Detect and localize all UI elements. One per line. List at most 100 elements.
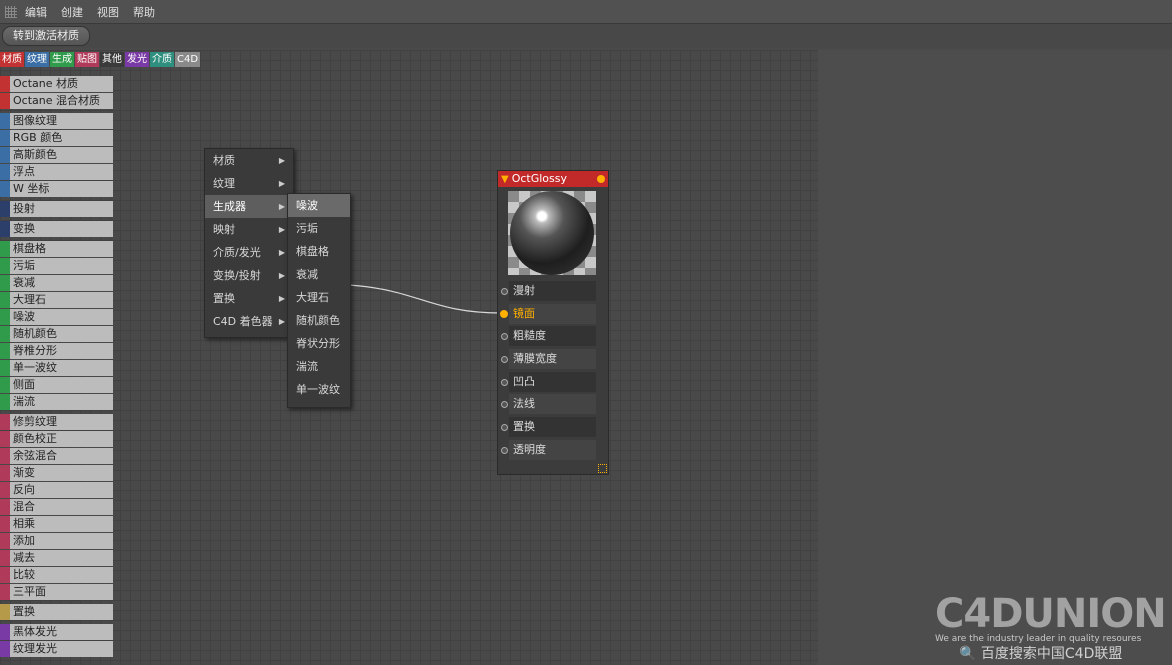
sidebar-node-item[interactable]: 修剪纹理	[0, 414, 113, 430]
submenu-item[interactable]: 大理石	[288, 286, 350, 309]
node-input-port[interactable]: 薄膜宽度	[498, 349, 608, 370]
port-label: 薄膜宽度	[513, 352, 557, 366]
sidebar-node-item[interactable]: 噪波	[0, 309, 113, 325]
resize-handle-icon[interactable]	[598, 464, 607, 473]
submenu-item[interactable]: 单一波纹	[288, 378, 350, 401]
sidebar-node-item[interactable]: 渐变	[0, 465, 113, 481]
sidebar-node-item[interactable]: 黑体发光	[0, 624, 113, 640]
port-socket-icon[interactable]	[501, 401, 508, 409]
material-preview	[508, 191, 596, 275]
tab-4[interactable]: 其他	[100, 52, 124, 67]
sidebar-node-item[interactable]: Octane 材质	[0, 76, 113, 92]
sidebar-node-item[interactable]: 湍流	[0, 394, 113, 410]
context-menu-item[interactable]: 置换 ▶	[205, 287, 293, 310]
port-socket-icon[interactable]	[501, 288, 508, 295]
node-input-port[interactable]: 凹凸	[498, 371, 608, 392]
watermark-search-label: 百度搜索中国C4D联盟	[980, 646, 1123, 662]
watermark-logo: C4DUNION	[935, 591, 1167, 637]
sidebar-node-item[interactable]: 投射	[0, 201, 113, 217]
context-menu-item[interactable]: 变换/投射 ▶	[205, 264, 293, 287]
node-input-port[interactable]: 粗糙度	[498, 326, 608, 347]
sidebar-node-item[interactable]: 图像纹理	[0, 113, 113, 129]
go-to-active-material-button[interactable]: 转到激活材质	[2, 26, 90, 46]
menu-create[interactable]: 创建	[61, 4, 83, 20]
sidebar-node-item[interactable]: 衰减	[0, 275, 113, 291]
submenu-arrow-icon: ▶	[278, 225, 285, 234]
sidebar-node-item[interactable]: 反向	[0, 482, 113, 498]
tab-3[interactable]: 贴图	[75, 52, 99, 67]
octglossy-node[interactable]: ▼ OctGlossy 漫射镜面粗糙度薄膜宽度凹凸法线 置换 透明度	[497, 170, 609, 475]
node-input-port[interactable]: 镜面	[498, 303, 608, 324]
port-socket-icon[interactable]	[501, 333, 508, 341]
sidebar-node-item[interactable]: 侧面	[0, 377, 113, 393]
sidebar-node-item[interactable]: 相乘	[0, 516, 113, 532]
sidebar-node-item[interactable]: 纹理发光	[0, 641, 113, 657]
tab-0[interactable]: 材质	[0, 52, 24, 67]
menu-edit[interactable]: 编辑	[25, 4, 47, 20]
collapse-triangle-icon[interactable]: ▼	[501, 174, 509, 185]
grip-icon[interactable]	[5, 5, 17, 18]
sidebar-node-item[interactable]: 减去	[0, 550, 113, 566]
sidebar-node-item[interactable]: 高斯颜色	[0, 147, 113, 163]
tab-5[interactable]: 发光	[125, 52, 149, 67]
tab-2[interactable]: 生成	[50, 52, 74, 67]
port-socket-icon[interactable]	[501, 356, 508, 364]
sidebar-node-item[interactable]: 大理石	[0, 292, 113, 308]
context-menu-item-label: 置换	[213, 292, 235, 305]
sidebar-node-item[interactable]: 棋盘格	[0, 241, 113, 257]
sidebar-node-item[interactable]: 随机颜色	[0, 326, 113, 342]
port-socket-icon[interactable]	[500, 309, 508, 318]
node-input-port[interactable]: 置换	[498, 417, 608, 438]
context-menu-item[interactable]: C4D 着色器 ▶	[205, 310, 293, 333]
sidebar-node-item[interactable]: 比较	[0, 567, 113, 583]
node-editor-canvas[interactable]	[0, 50, 818, 665]
sidebar-node-item[interactable]: 置换	[0, 604, 113, 620]
node-input-port[interactable]: 透明度	[498, 439, 608, 460]
sidebar-node-item[interactable]: W 坐标	[0, 181, 113, 197]
watermark-tagline: We are the industry leader in quality re…	[935, 634, 1142, 644]
sidebar-node-item[interactable]: 污垢	[0, 258, 113, 274]
sidebar-node-item[interactable]: 颜色校正	[0, 431, 113, 447]
port-label: 镜面	[513, 306, 535, 320]
sidebar-node-item[interactable]: 添加	[0, 533, 113, 549]
submenu-arrow-icon: ▶	[278, 271, 285, 280]
context-menu-item[interactable]: 材质 ▶	[205, 149, 293, 172]
menu-view[interactable]: 视图	[97, 4, 119, 20]
port-socket-icon[interactable]	[501, 378, 508, 386]
port-label: 凹凸	[513, 374, 535, 388]
context-menu-item-label: 介质/发光	[213, 246, 261, 259]
tab-6[interactable]: 介质	[150, 52, 174, 67]
submenu-item[interactable]: 污垢	[288, 217, 350, 240]
node-header[interactable]: ▼ OctGlossy	[498, 171, 608, 187]
submenu-item[interactable]: 随机颜色	[288, 309, 350, 332]
sidebar-node-item[interactable]: 浮点	[0, 164, 113, 180]
tab-1[interactable]: 纹理	[25, 52, 49, 67]
sidebar-node-item[interactable]: 混合	[0, 499, 113, 515]
node-input-port[interactable]: 法线	[498, 394, 608, 415]
sidebar-node-item[interactable]: 变换	[0, 221, 113, 237]
submenu-arrow-icon: ▶	[278, 248, 285, 257]
submenu-item[interactable]: 衰减	[288, 263, 350, 286]
sidebar-node-item[interactable]: RGB 颜色	[0, 130, 113, 146]
menu-help[interactable]: 帮助	[133, 4, 155, 20]
toolbar: 转到激活材质	[0, 24, 1172, 48]
context-menu-item[interactable]: 生成器 ▶	[205, 195, 293, 218]
port-socket-icon[interactable]	[501, 446, 508, 454]
sidebar-node-item[interactable]: 单一波纹	[0, 360, 113, 376]
sidebar-node-item[interactable]: 三平面	[0, 584, 113, 600]
submenu-item[interactable]: 棋盘格	[288, 240, 350, 263]
sidebar-node-item[interactable]: 脊椎分形	[0, 343, 113, 359]
node-input-port[interactable]: 漫射	[498, 281, 608, 301]
submenu-item[interactable]: 噪波	[288, 194, 350, 217]
context-menu-item[interactable]: 映射 ▶	[205, 218, 293, 241]
context-menu-item[interactable]: 纹理 ▶	[205, 172, 293, 195]
port-socket-icon[interactable]	[501, 424, 508, 432]
tab-7[interactable]: C4D	[175, 52, 201, 67]
category-tabs: 材质 纹理 生成 贴图 其他 发光 介质 C4D	[0, 52, 201, 67]
output-port-icon[interactable]	[597, 175, 605, 183]
context-menu-item[interactable]: 介质/发光 ▶	[205, 241, 293, 264]
sidebar-node-item[interactable]: 余弦混合	[0, 448, 113, 464]
submenu-item[interactable]: 脊状分形	[288, 332, 350, 355]
submenu-item[interactable]: 湍流	[288, 355, 350, 378]
sidebar-node-item[interactable]: Octane 混合材质	[0, 93, 113, 109]
